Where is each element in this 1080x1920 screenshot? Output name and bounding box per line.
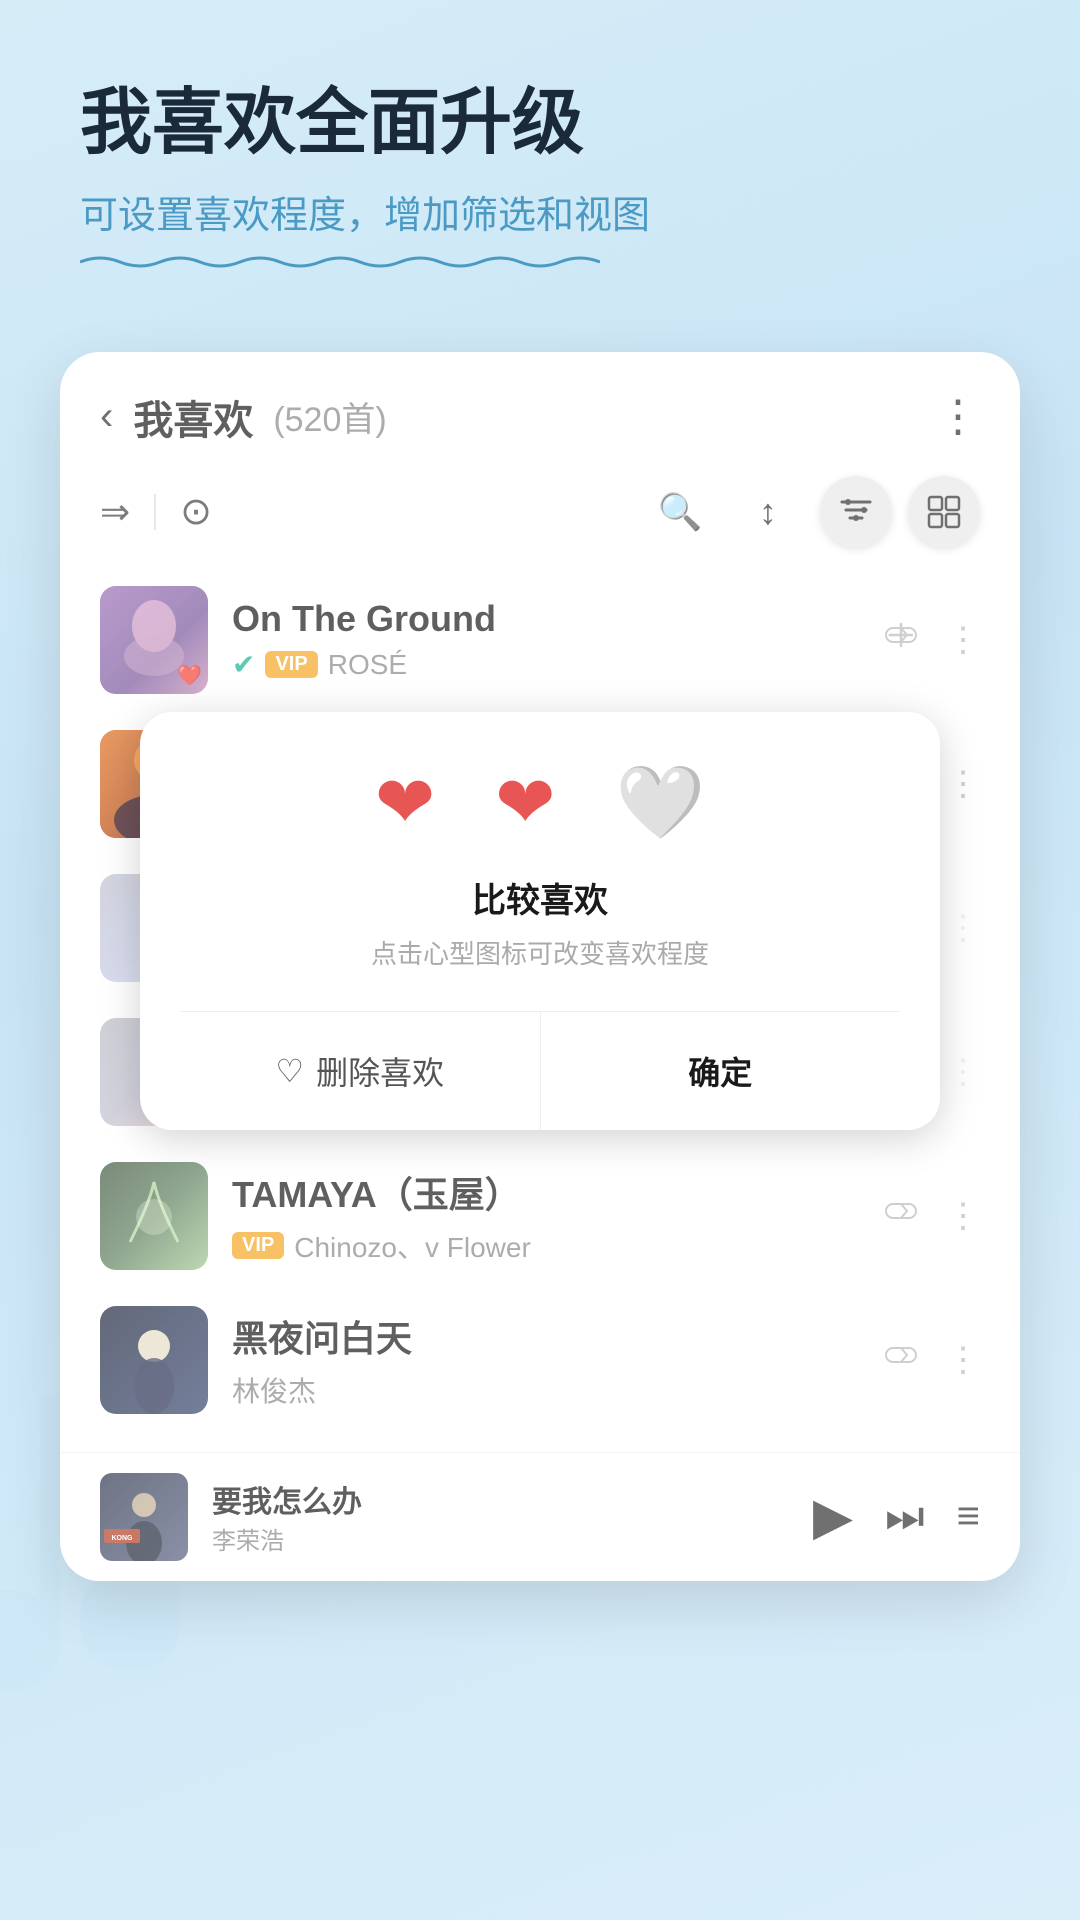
wave-decoration <box>80 252 600 272</box>
heart-level-3[interactable]: 🤍 <box>616 760 706 845</box>
delete-like-label: 删除喜欢 <box>316 1048 444 1094</box>
delete-like-button[interactable]: ♡ 删除喜欢 <box>180 1012 541 1130</box>
heart-level-1[interactable]: ❤ <box>375 760 435 845</box>
main-card: ‹ 我喜欢 (520首) ⋮ ⇒ ⊙ 🔍 ↕ <box>60 352 1020 1581</box>
confirm-button[interactable]: 确定 <box>541 1012 901 1130</box>
confirm-label: 确定 <box>688 1048 752 1094</box>
like-level-popup: ❤ ❤ 🤍 比较喜欢 点击心型图标可改变喜欢程度 ♡ 删除喜欢 确定 <box>140 712 940 1130</box>
heart-level-2[interactable]: ❤ <box>495 760 555 845</box>
popup-title: 比较喜欢 <box>180 873 900 922</box>
heart-level-row: ❤ ❤ 🤍 <box>180 760 900 845</box>
popup-actions: ♡ 删除喜欢 确定 <box>180 1011 900 1130</box>
popup-hint: 点击心型图标可改变喜欢程度 <box>180 934 900 971</box>
delete-heart-icon: ♡ <box>275 1052 304 1090</box>
main-title: 我喜欢全面升级 <box>80 80 1000 166</box>
header-section: 我喜欢全面升级 可设置喜欢程度，增加筛选和视图 <box>0 0 1080 312</box>
subtitle: 可设置喜欢程度，增加筛选和视图 <box>80 190 650 271</box>
